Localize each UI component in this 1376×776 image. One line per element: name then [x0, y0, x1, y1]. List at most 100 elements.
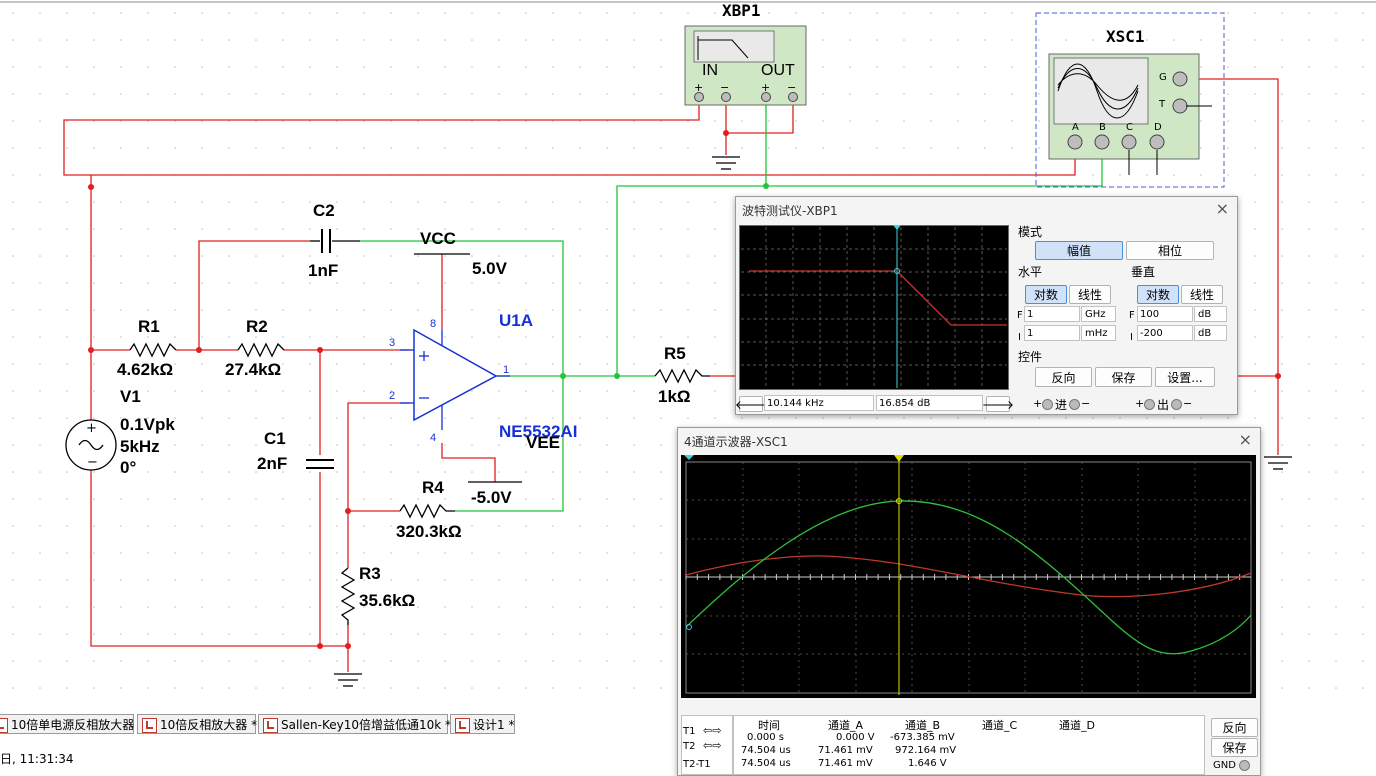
bode-close-icon[interactable]: × — [1216, 199, 1229, 218]
bode-h-final-unit[interactable]: GHz — [1081, 306, 1116, 322]
bode-in-minus-terminal-icon[interactable] — [1069, 399, 1080, 410]
scope-close-icon[interactable]: × — [1239, 430, 1252, 449]
v1-phase[interactable]: 0° — [120, 458, 136, 478]
r4-value[interactable]: 320.3kΩ — [396, 522, 462, 542]
r5-name[interactable]: R5 — [664, 344, 686, 364]
bode-v-log-button[interactable]: 对数 — [1137, 285, 1179, 304]
bode-v-initial-unit[interactable]: dB — [1194, 325, 1227, 341]
bode-reverse-button[interactable]: 反向 — [1035, 367, 1092, 387]
svg-text:+: + — [761, 81, 770, 94]
vcc-value[interactable]: 5.0V — [472, 259, 507, 279]
scope-pin-d: D — [1154, 122, 1162, 133]
design-file-icon — [142, 718, 157, 733]
tab-single-supply-inverting[interactable]: 10倍单电源反相放大器 — [0, 714, 134, 734]
r1-value[interactable]: 4.62kΩ — [117, 360, 173, 380]
svg-text:+: + — [694, 81, 703, 94]
scope-label: XSC1 — [1106, 27, 1145, 46]
row-t2t1-label: T2-T1 — [683, 759, 711, 770]
t2-channel-a: 71.461 mV — [818, 745, 873, 756]
tab-sallen-key[interactable]: Sallen-Key10倍增益低通10k * — [258, 714, 452, 734]
c2-name[interactable]: C2 — [313, 201, 335, 221]
v1-frequency[interactable]: 5kHz — [120, 437, 160, 457]
bode-v-final-prefix: F — [1129, 310, 1135, 321]
bode-window-title: 波特测试仪-XBP1 — [742, 204, 838, 218]
pin-1-label: 1 — [503, 364, 510, 376]
bode-v-final-input[interactable]: 100 — [1137, 306, 1193, 322]
design-file-icon — [0, 718, 8, 733]
bode-h-log-button[interactable]: 对数 — [1025, 285, 1067, 304]
t2-arrows-icon[interactable]: ⇦⇨ — [703, 739, 721, 752]
bode-v-initial-input[interactable]: -200 — [1137, 325, 1193, 341]
c2-value[interactable]: 1nF — [308, 261, 338, 281]
bode-h-initial-unit[interactable]: mHz — [1081, 325, 1116, 341]
bode-h-final-prefix: F — [1017, 310, 1023, 321]
bode-out-minus-terminal-icon[interactable] — [1171, 399, 1182, 410]
bode-magnitude-button[interactable]: 幅值 — [1035, 241, 1123, 260]
bode-plotter-window: 波特测试仪-XBP1 × 🡐 10.144 kHz 16.854 dB 🡒 模式… — [735, 196, 1238, 415]
bode-out-label: 出 — [1157, 398, 1170, 412]
bode-out-plus: + — [1135, 397, 1145, 410]
scope-save-button[interactable]: 保存 — [1211, 738, 1258, 757]
bode-cursor-left-button[interactable]: 🡐 — [735, 396, 767, 412]
r4-name[interactable]: R4 — [422, 478, 444, 498]
t2-channel-b: 972.164 mV — [895, 745, 957, 756]
c1-value[interactable]: 2nF — [257, 454, 287, 474]
bode-h-initial-input[interactable]: 1 — [1024, 325, 1080, 341]
t2-time: 74.504 us — [741, 745, 791, 756]
bode-in-plus-terminal-icon[interactable] — [1042, 399, 1053, 410]
bode-h-linear-button[interactable]: 线性 — [1069, 285, 1111, 304]
scope-pin-a: A — [1072, 122, 1079, 133]
tab-design1[interactable]: 设计1 * — [450, 714, 515, 734]
bode-in-label: IN — [702, 62, 718, 79]
tab-label: 10倍反相放大器 * — [160, 718, 258, 732]
bode-mode-label: 模式 — [1018, 225, 1043, 239]
scope-window-title: 4通道示波器-XSC1 — [684, 435, 788, 449]
opamp-name[interactable]: U1A — [499, 311, 533, 331]
vee-name[interactable]: VEE — [526, 433, 560, 453]
bode-cursor-gain: 16.854 dB — [876, 395, 983, 411]
svg-text:−: − — [787, 81, 796, 94]
bode-plot[interactable] — [739, 225, 1009, 390]
bode-v-final-unit[interactable]: dB — [1194, 306, 1227, 322]
scope-display[interactable] — [681, 455, 1256, 698]
tab-inverting-amplifier[interactable]: 10倍反相放大器 * — [137, 714, 258, 734]
vee-value[interactable]: -5.0V — [471, 488, 512, 508]
bode-save-button[interactable]: 保存 — [1095, 367, 1152, 387]
tab-label: 设计1 * — [473, 718, 515, 732]
t2t1-channel-a: 71.461 mV — [818, 758, 873, 769]
r3-name[interactable]: R3 — [359, 564, 381, 584]
scope-gnd-label: GND — [1213, 760, 1236, 771]
bode-out-plus-terminal-icon[interactable] — [1144, 399, 1155, 410]
bode-v-linear-button[interactable]: 线性 — [1181, 285, 1223, 304]
c1-name[interactable]: C1 — [264, 429, 286, 449]
bode-settings-button[interactable]: 设置... — [1155, 367, 1215, 387]
bode-h-final-input[interactable]: 1 — [1024, 306, 1080, 322]
bode-in-plus: + — [1033, 397, 1043, 410]
pin-2-label: 2 — [389, 390, 396, 402]
bode-cursor-right-button[interactable]: 🡒 — [982, 396, 1014, 412]
v1-name[interactable]: V1 — [120, 387, 141, 407]
r5-value[interactable]: 1kΩ — [658, 387, 691, 407]
scope-gnd-terminal-icon[interactable] — [1239, 760, 1250, 771]
tab-label: Sallen-Key10倍增益低通10k * — [281, 718, 452, 732]
design-file-icon — [455, 718, 470, 733]
svg-text:−: − — [720, 81, 729, 94]
status-timestamp: 日, 11:31:34 — [0, 752, 74, 766]
r3-value[interactable]: 35.6kΩ — [359, 591, 415, 611]
bode-vertical-label: 垂直 — [1131, 265, 1156, 279]
r2-value[interactable]: 27.4kΩ — [225, 360, 281, 380]
bode-in-label: 进 — [1055, 398, 1068, 412]
bode-cursor-frequency: 10.144 kHz — [764, 395, 874, 411]
bode-phase-button[interactable]: 相位 — [1126, 241, 1214, 260]
bode-v-initial-prefix: I — [1130, 332, 1133, 343]
svg-text:+: + — [86, 421, 97, 436]
vcc-name[interactable]: VCC — [420, 229, 456, 249]
pin-3-label: 3 — [389, 337, 396, 349]
pin-4-label: 4 — [430, 432, 437, 444]
r2-name[interactable]: R2 — [246, 317, 268, 337]
r1-name[interactable]: R1 — [138, 317, 160, 337]
design-file-icon — [263, 718, 278, 733]
scope-pin-c: C — [1126, 122, 1133, 133]
v1-amplitude[interactable]: 0.1Vpk — [120, 415, 175, 435]
design-tabs: 10倍单电源反相放大器 10倍反相放大器 * Sallen-Key10倍增益低通… — [0, 712, 1376, 736]
